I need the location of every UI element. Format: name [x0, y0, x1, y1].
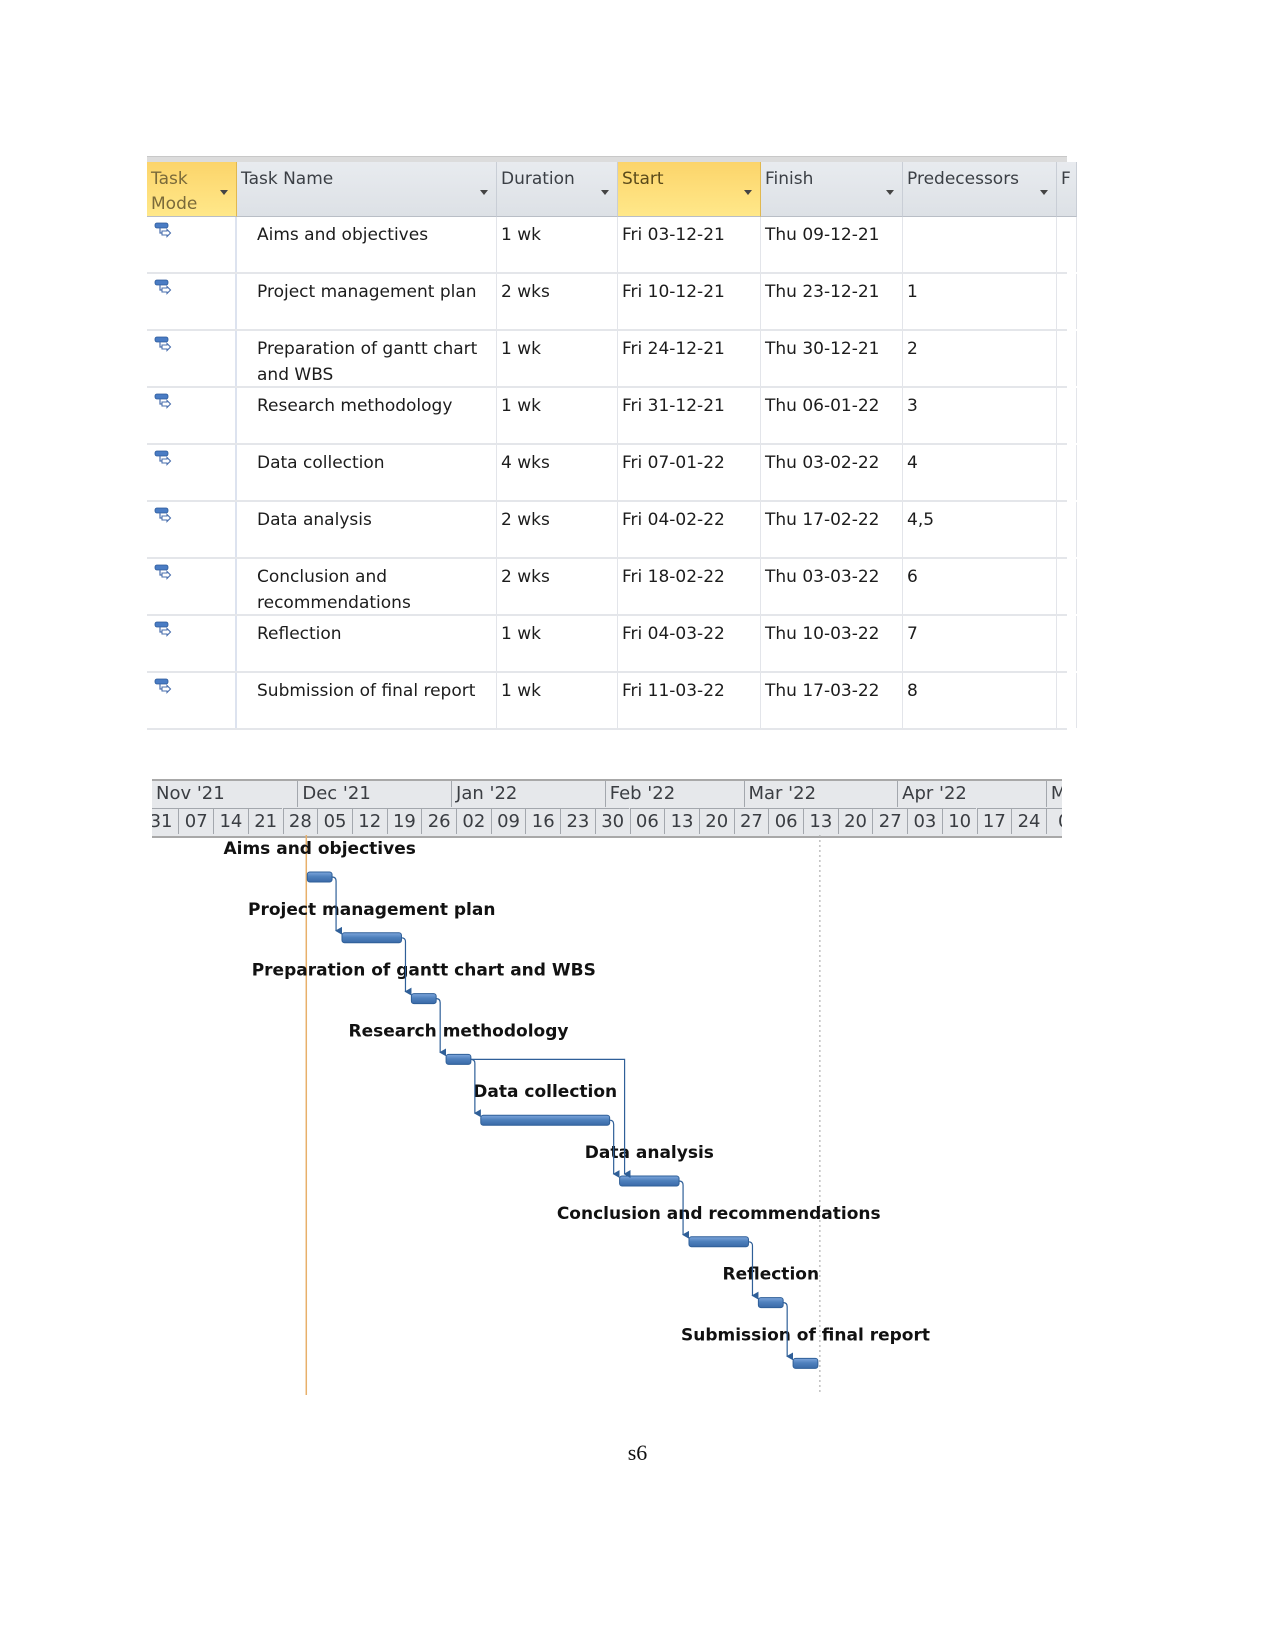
- page-number: s6: [627, 1440, 648, 1465]
- task-label: Data collection: [473, 1082, 617, 1102]
- task-label: Aims and objectives: [223, 839, 415, 859]
- task-label: Conclusion and recommendations: [557, 1204, 881, 1224]
- task-bar[interactable]: [792, 1357, 819, 1369]
- task-label: Research methodology: [348, 1021, 568, 1041]
- task-bar[interactable]: [757, 1297, 784, 1309]
- task-bar[interactable]: [480, 1114, 611, 1126]
- task-bar[interactable]: [619, 1175, 680, 1187]
- task-label: Project management plan: [248, 900, 495, 920]
- task-bar[interactable]: [445, 1053, 472, 1065]
- task-bar[interactable]: [688, 1236, 749, 1248]
- task-bar[interactable]: [306, 871, 333, 883]
- task-bar[interactable]: [341, 932, 402, 944]
- task-label: Preparation of gantt chart and WBS: [252, 961, 596, 981]
- gantt-chart: Aims and objectives Project management pl…: [223, 835, 930, 1395]
- task-label: Reflection: [722, 1265, 819, 1285]
- task-label: Data analysis: [585, 1143, 714, 1163]
- task-bar[interactable]: [410, 993, 437, 1005]
- task-label: Submission of final report: [681, 1325, 930, 1345]
